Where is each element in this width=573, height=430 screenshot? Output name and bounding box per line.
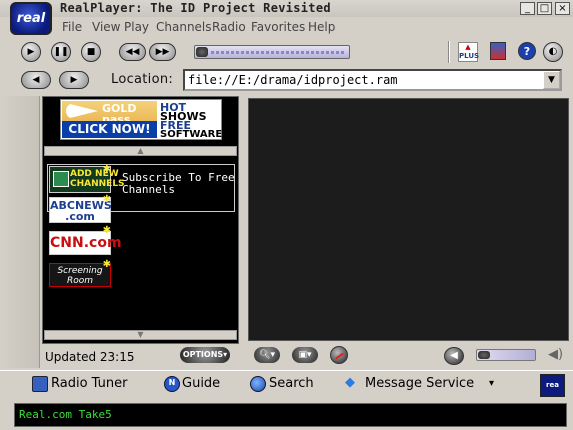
back-arrow-icon: ◀ — [32, 75, 40, 85]
guide-link[interactable]: Guide — [182, 376, 220, 391]
add-new-channels-logo[interactable]: ADD NEW CHANNELS ✱ — [49, 164, 125, 193]
forward-button[interactable]: ▶ — [59, 71, 89, 89]
toolbar-separator — [448, 41, 450, 63]
add-new-text: ADD NEW — [70, 169, 119, 179]
magnifier-icon: 🔍︎▾ — [259, 350, 275, 360]
rewind-icon: ◀◀ — [125, 47, 140, 57]
message-service-link[interactable]: Message Service — [365, 376, 474, 391]
updated-time: Updated 23:15 — [45, 350, 135, 364]
close-button[interactable]: × — [555, 2, 570, 15]
menu-favorites[interactable]: Favorites — [251, 20, 305, 34]
minimize-button[interactable]: _ — [520, 2, 535, 15]
star-icon: ✱ — [102, 259, 111, 270]
menu-file[interactable]: File — [62, 20, 82, 34]
screening-room-channel[interactable]: Screening Room ✱ — [49, 259, 111, 287]
menu-play[interactable]: Play — [124, 20, 149, 34]
play-arrow-icon — [66, 103, 98, 119]
star-icon: ✱ — [102, 194, 111, 205]
panel-resize-gutter[interactable] — [0, 96, 40, 368]
volume-handle[interactable] — [478, 351, 490, 359]
play-icon: ▶ — [27, 47, 35, 57]
forward-arrow-icon: ▶ — [70, 75, 78, 85]
click-now-text: CLICK NOW! — [62, 121, 157, 138]
bottom-dropdown-arrow[interactable]: ▾ — [489, 378, 494, 389]
location-input[interactable]: file://E:/drama/idproject.ram — [183, 69, 562, 91]
goldpass-ad-banner[interactable]: GOLD pass CLICK NOW! HOT SHOWS FREE SOFT… — [60, 99, 222, 140]
fast-forward-icon: ▶▶ — [155, 47, 170, 57]
video-display[interactable] — [248, 98, 569, 341]
volume-slider[interactable] — [476, 349, 536, 361]
menu-radio[interactable]: Radio — [212, 20, 246, 34]
radio-tuner-link[interactable]: Radio Tuner — [51, 376, 127, 391]
status-text: Real.com Take5 — [19, 408, 112, 421]
seek-track — [211, 51, 346, 54]
abcnews-channel[interactable]: ABCNEWS .com ✱ — [49, 194, 112, 223]
options-button[interactable]: OPTIONS▾ — [180, 347, 230, 363]
plus-icon: ▲ — [465, 43, 471, 51]
chevron-up-icon: ▲ — [137, 146, 144, 155]
channels-text: CHANNELS — [70, 179, 125, 189]
menu-view[interactable]: View — [92, 20, 120, 34]
menu-help[interactable]: Help — [308, 20, 335, 34]
cnn-channel[interactable]: CNN.com ✱ — [49, 226, 122, 255]
radio-icon — [32, 376, 48, 392]
channel-guide-icon[interactable] — [490, 42, 506, 60]
video-size-button[interactable]: ▣▾ — [292, 347, 318, 363]
screen-icon: ▣▾ — [298, 350, 312, 360]
speaker-icon: ◀ — [450, 350, 458, 361]
chevron-down-icon: ▼ — [548, 75, 555, 85]
fast-forward-button[interactable]: ▶▶ — [149, 43, 176, 61]
message-service-icon: ◆ — [345, 375, 355, 390]
real-status-logo: rea — [540, 374, 565, 397]
back-button[interactable]: ◀ — [21, 71, 51, 89]
stop-icon: ■ — [86, 47, 96, 57]
window-title: RealPlayer: The ID Project Revisited — [60, 1, 331, 15]
seek-slider[interactable] — [194, 45, 350, 59]
scroll-down-button[interactable]: ▼ — [44, 330, 237, 340]
star-icon: ✱ — [102, 225, 111, 236]
ad-line-software: SOFTWARE — [160, 129, 223, 140]
plus-label: PLUS — [459, 52, 480, 60]
realplayer-plus-button[interactable]: ▲ PLUS — [458, 42, 480, 62]
stop-button[interactable]: ■ — [81, 42, 101, 62]
room-text: Room — [66, 276, 94, 286]
location-label: Location: — [111, 72, 174, 87]
realplayer-logo[interactable]: real — [10, 2, 52, 35]
rewind-button[interactable]: ◀◀ — [119, 43, 146, 61]
help-icon[interactable]: ? — [518, 42, 536, 60]
maximize-button[interactable]: □ — [537, 2, 552, 15]
goldpass-logo: GOLD pass CLICK NOW! — [62, 101, 157, 138]
abcnews-com-text: .com — [65, 210, 95, 223]
guide-icon: N — [164, 376, 180, 392]
cnn-text: CNN.com — [50, 235, 122, 251]
location-dropdown-button[interactable]: ▼ — [543, 71, 560, 89]
star-icon: ✱ — [102, 164, 111, 175]
menu-channels[interactable]: Channels — [156, 20, 212, 34]
seek-handle[interactable] — [196, 47, 208, 57]
screening-text: Screening — [57, 266, 103, 276]
mute-button[interactable]: ◀ — [444, 347, 464, 365]
search-link[interactable]: Search — [269, 376, 314, 391]
tv-icon — [53, 171, 69, 187]
subscribe-text[interactable]: Subscribe To Free Channels — [122, 172, 235, 196]
ad-tagline: HOT SHOWS FREE SOFTWARE — [158, 101, 223, 140]
scroll-up-button[interactable]: ▲ — [44, 146, 237, 156]
play-button[interactable]: ▶ — [21, 42, 41, 62]
record-icon[interactable] — [330, 346, 348, 364]
pause-icon: ❚❚ — [53, 47, 69, 57]
chevron-down-icon: ▼ — [137, 330, 144, 339]
pause-button[interactable]: ❚❚ — [51, 42, 71, 62]
globe-icon — [250, 376, 266, 392]
volume-icon: ◀) — [548, 347, 564, 362]
compact-mode-icon[interactable]: ◐ — [543, 42, 563, 62]
zoom-button[interactable]: 🔍︎▾ — [254, 347, 280, 363]
subscribe-line-2: Channels — [122, 183, 175, 196]
